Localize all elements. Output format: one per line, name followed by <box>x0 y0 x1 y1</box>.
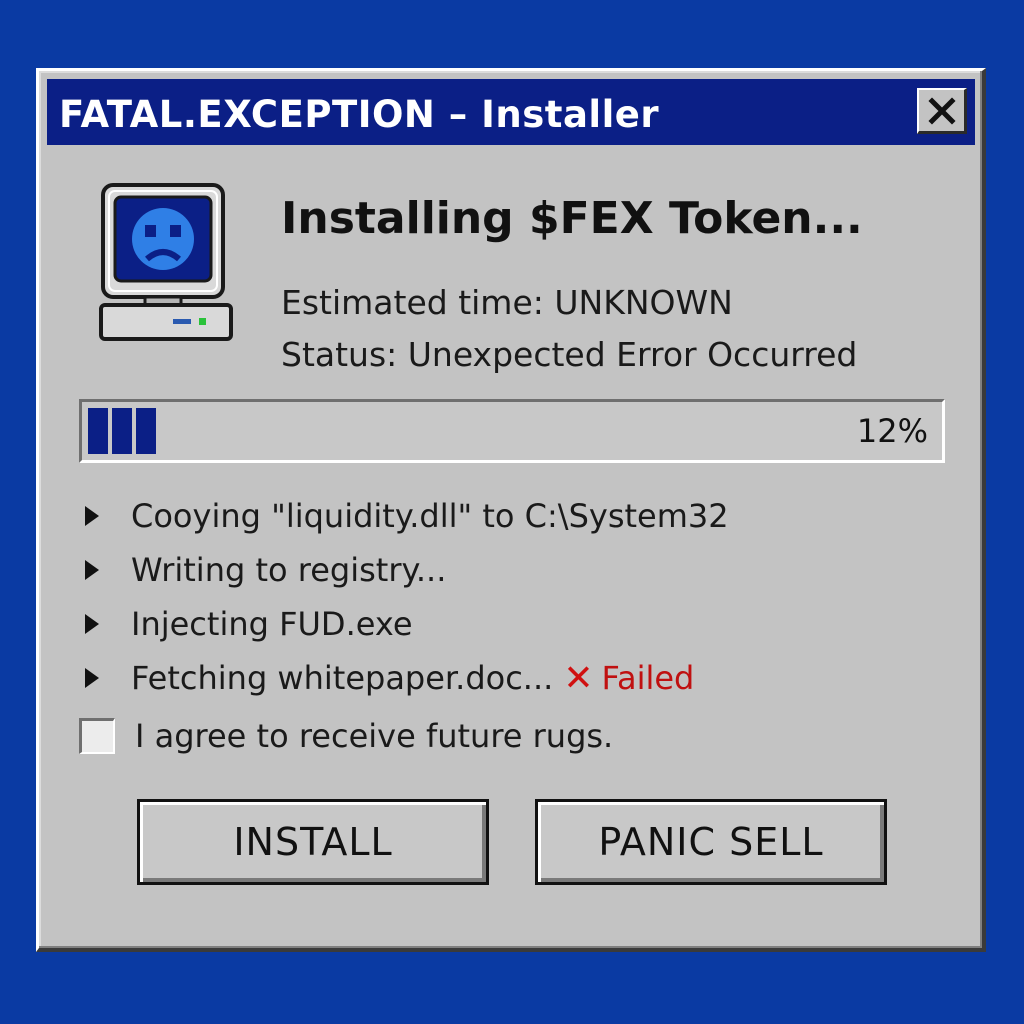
log-item-text: Cooying "liquidity.dll" to C:\System32 <box>131 497 729 535</box>
sad-computer-icon <box>99 183 233 341</box>
progress-segment <box>136 408 156 454</box>
log-item-text: Writing to registry... <box>131 551 447 589</box>
install-log: Cooying "liquidity.dll" to C:\System32 W… <box>81 489 961 705</box>
bullet-arrow-icon <box>85 560 99 580</box>
failed-label: Failed <box>601 659 695 697</box>
status-text: Status: Unexpected Error Occurred <box>281 335 858 374</box>
window-title: FATAL.EXCEPTION – Installer <box>59 93 660 136</box>
installer-window: FATAL.EXCEPTION – Installer Installing $… <box>36 68 986 952</box>
estimated-time-text: Estimated time: UNKNOWN <box>281 283 733 322</box>
log-item: Writing to registry... <box>81 543 961 597</box>
bullet-arrow-icon <box>85 668 99 688</box>
progress-segment <box>112 408 132 454</box>
close-icon <box>927 96 956 125</box>
log-item: Fetching whitepaper.doc... ✕ Failed <box>81 651 961 705</box>
agree-label[interactable]: I agree to receive future rugs. <box>135 717 613 755</box>
bullet-arrow-icon <box>85 506 99 526</box>
agree-checkbox[interactable] <box>79 718 115 754</box>
bullet-arrow-icon <box>85 614 99 634</box>
failed-x-icon: ✕ <box>563 657 594 699</box>
title-bar[interactable]: FATAL.EXCEPTION – Installer <box>47 79 975 145</box>
log-item-text: Fetching whitepaper.doc... <box>131 659 554 697</box>
close-button[interactable] <box>917 88 967 134</box>
agreement-row[interactable]: I agree to receive future rugs. <box>79 717 613 755</box>
panic-sell-button[interactable]: PANIC SELL <box>535 799 887 885</box>
log-item: Cooying "liquidity.dll" to C:\System32 <box>81 489 961 543</box>
log-item: Injecting FUD.exe <box>81 597 961 651</box>
progress-bar: 12% <box>79 399 945 463</box>
log-item-text: Injecting FUD.exe <box>131 605 413 643</box>
install-heading: Installing $FEX Token... <box>281 193 863 244</box>
progress-percent: 12% <box>856 412 928 450</box>
progress-segment <box>88 408 108 454</box>
install-button[interactable]: INSTALL <box>137 799 489 885</box>
